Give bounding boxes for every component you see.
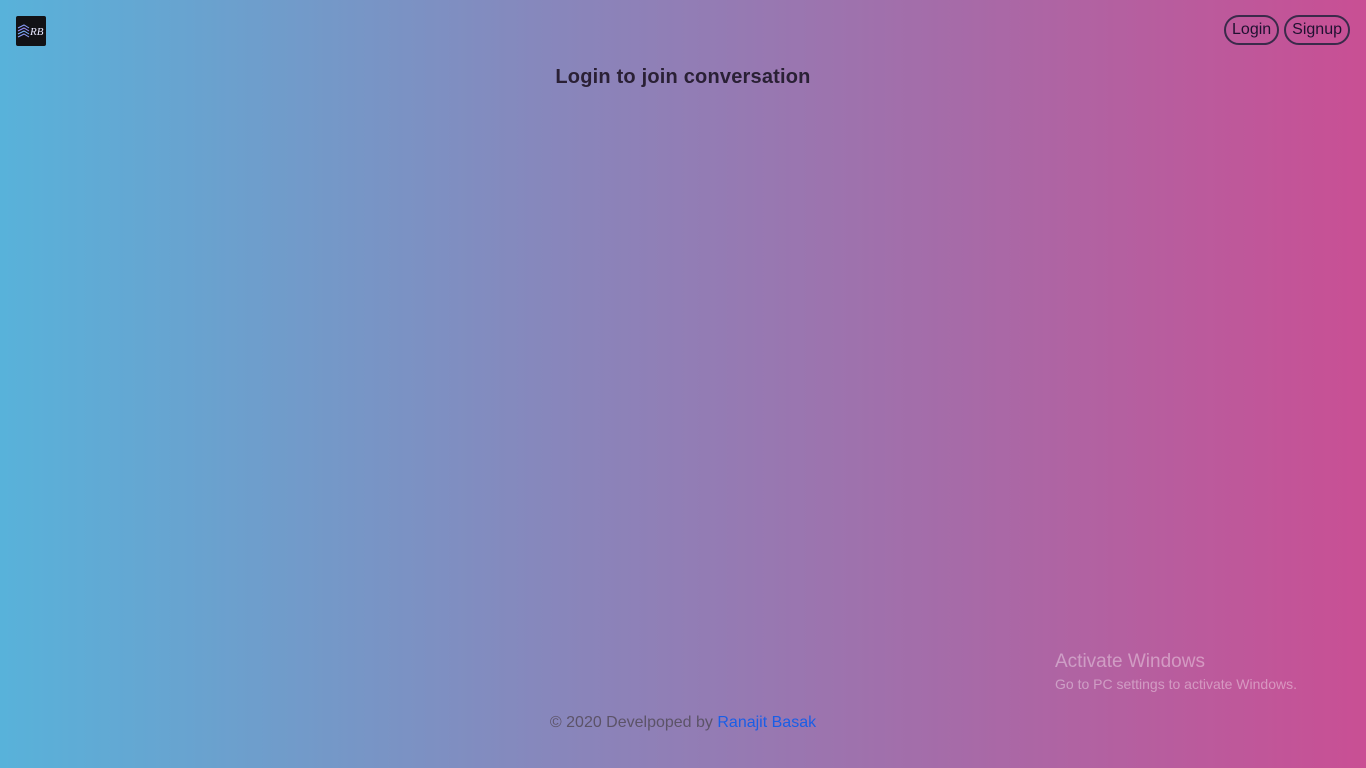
author-link[interactable]: Ranajit Basak	[717, 714, 816, 731]
page-footer: © 2020 Develpoped by Ranajit Basak	[0, 714, 1366, 732]
svg-text:RB: RB	[29, 26, 44, 38]
watermark-subtitle: Go to PC settings to activate Windows.	[1055, 676, 1297, 692]
watermark-title: Activate Windows	[1055, 651, 1205, 672]
site-logo[interactable]: RB	[16, 16, 46, 46]
copyright-text: © 2020 Develpoped by	[549, 714, 713, 731]
windows-activation-watermark: Activate Windows Go to PC settings to ac…	[1055, 650, 1297, 694]
login-button[interactable]: Login	[1224, 15, 1280, 45]
signup-button[interactable]: Signup	[1284, 15, 1350, 45]
logo-icon: RB	[17, 24, 44, 38]
auth-buttons: Login Signup	[1224, 15, 1350, 45]
page-heading: Login to join conversation	[555, 66, 811, 88]
